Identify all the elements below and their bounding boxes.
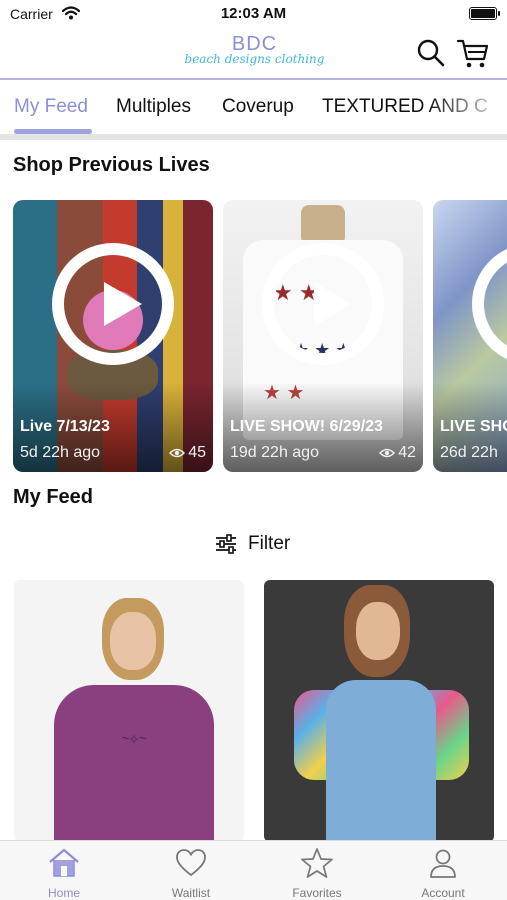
nav-label: Account [421, 886, 465, 900]
nav-label: Home [47, 886, 80, 900]
brand-logo[interactable]: BDC beach designs clothing [182, 33, 327, 76]
home-icon [49, 848, 79, 877]
filter-label: Filter [248, 533, 291, 554]
category-tabs: My Feed Multiples Coverup TEXTURED AND C [0, 80, 507, 138]
sliders-icon [216, 534, 236, 554]
bottom-tab-bar: Home Waitlist Favorites Account [0, 840, 507, 900]
live-card[interactable]: ★ ★ ★ ★ ★ ★ ★ LIVE SHOW! 6/29/23 19d 22h… [223, 200, 423, 472]
cart-icon[interactable] [456, 38, 490, 70]
view-count-value: 42 [398, 444, 416, 461]
tab-multiples[interactable]: Multiples [116, 96, 191, 118]
view-count: 45 [169, 444, 206, 462]
star-icon [301, 848, 333, 878]
play-icon[interactable] [262, 243, 384, 365]
clock: 12:03 AM [220, 5, 287, 22]
person-icon [430, 849, 456, 878]
live-card[interactable]: Live 7/13/23 5d 22h ago 45 [13, 200, 213, 472]
nav-favorites[interactable]: Favorites [267, 847, 367, 900]
nav-label: Favorites [292, 886, 342, 900]
nav-account[interactable]: Account [393, 847, 493, 900]
status-bar: Carrier 12:03 AM [0, 0, 507, 28]
logo-script: beach designs clothing [184, 52, 325, 66]
live-title: Live 7/13/23 [20, 418, 110, 435]
live-card[interactable]: LIVE SHO 26d 22h [433, 200, 507, 472]
tab-my-feed[interactable]: My Feed [14, 96, 88, 118]
play-icon[interactable] [52, 243, 174, 365]
nav-home[interactable]: Home [14, 847, 114, 900]
feed-heading: My Feed [13, 486, 94, 508]
product-card[interactable] [264, 580, 494, 842]
previous-lives-heading: Shop Previous Lives [13, 154, 210, 176]
logo-monogram: BDC [231, 33, 278, 55]
live-time-ago: 19d 22h ago [230, 444, 319, 461]
nav-label: Waitlist [171, 886, 211, 900]
view-count-value: 45 [188, 444, 206, 461]
app-header: BDC beach designs clothing [0, 28, 507, 80]
product-image: ~⟡~ [14, 580, 244, 842]
product-image [264, 580, 494, 842]
live-time-ago: 26d 22h [440, 444, 498, 461]
tabs-divider [0, 134, 507, 140]
tab-coverup[interactable]: Coverup [222, 96, 294, 118]
live-title: LIVE SHOW! 6/29/23 [230, 418, 383, 435]
product-card[interactable]: ~⟡~ [14, 580, 244, 842]
filter-button[interactable]: Filter [214, 533, 290, 555]
live-title: LIVE SHO [440, 418, 507, 435]
heart-icon [176, 849, 206, 877]
search-icon[interactable] [416, 38, 446, 68]
battery-icon [469, 7, 500, 20]
nav-waitlist[interactable]: Waitlist [141, 847, 241, 900]
view-count: 42 [379, 444, 416, 462]
live-time-ago: 5d 22h ago [20, 444, 101, 461]
eye-icon [169, 448, 186, 458]
eye-icon [379, 448, 396, 458]
